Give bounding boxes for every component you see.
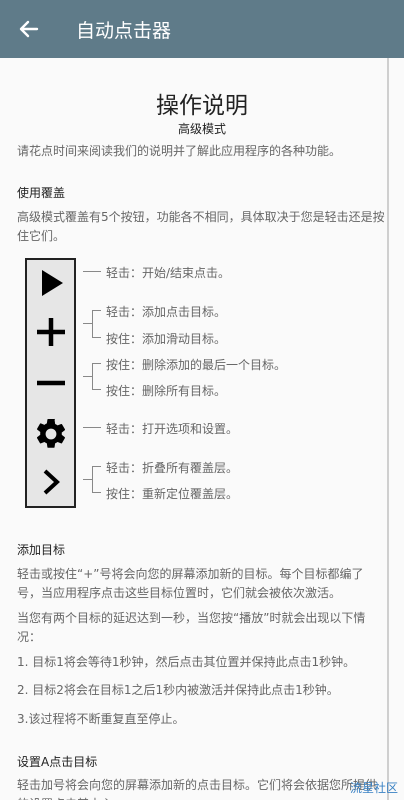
overlay-text: 高级模式覆盖有5个按钮，功能各不相同，具体取决于您是轻击还是按住它们。 bbox=[17, 210, 385, 243]
step-3: 3.该过程将不断重复直至停止。 bbox=[17, 712, 185, 726]
set-target-text: 轻击加号将会向您的屏幕添加新的点击目标。它们将会依据您所提供的设置点击其中心。 bbox=[17, 778, 378, 800]
connector-line bbox=[92, 466, 93, 492]
add-target-text: 轻击或按住“+”号将会向您的屏幕添加新的目标。每个目标都编了号，当应用程序点击这… bbox=[17, 567, 364, 600]
desc-minus-hold-all: 按住：删除所有目标。 bbox=[106, 384, 227, 398]
instructions-page[interactable]: 操作说明 高级模式 请花点时间来阅读我们的说明并了解此应用程序的各种功能。 使用… bbox=[0, 58, 404, 800]
connector-line bbox=[83, 479, 92, 480]
scrollbar[interactable] bbox=[387, 58, 389, 800]
connector-line bbox=[92, 492, 101, 493]
back-arrow-icon bbox=[19, 20, 39, 38]
step-2: 2. 目标2将会在目标1之后1秒内被激活并保持此点击1秒钟。 bbox=[17, 683, 339, 697]
chevron-right-icon bbox=[27, 462, 74, 502]
intro-text: 请花点时间来阅读我们的说明并了解此应用程序的各种功能。 bbox=[17, 144, 342, 158]
connector-line bbox=[92, 337, 101, 338]
play-icon bbox=[27, 263, 74, 303]
minus-icon bbox=[27, 363, 74, 403]
connector-line bbox=[92, 310, 93, 337]
add-target-heading: 添加目标 bbox=[17, 543, 66, 557]
page-title: 操作说明 bbox=[156, 93, 248, 119]
desc-minus-hold-last: 按住：删除添加的最后一个目标。 bbox=[106, 358, 287, 372]
desc-play-tap: 轻击：开始/结束点击。 bbox=[106, 266, 231, 280]
desc-chevron-tap: 轻击：折叠所有覆盖层。 bbox=[106, 461, 239, 475]
step-1: 1. 目标1将会等待1秒钟，然后点击其位置并保持此点击1秒钟。 bbox=[17, 655, 356, 669]
connector-line bbox=[83, 376, 92, 377]
plus-icon bbox=[27, 312, 74, 352]
connector-line bbox=[92, 363, 101, 364]
watermark-text: 流星社区 bbox=[349, 781, 398, 795]
back-button[interactable] bbox=[0, 0, 58, 58]
app-title: 自动点击器 bbox=[76, 19, 172, 42]
delay-text: 当您有两个目标的延迟达到一秒，当您按“播放”时就会出现以下情况： bbox=[17, 611, 366, 644]
desc-plus-hold: 按住：添加滑动目标。 bbox=[106, 332, 227, 346]
page-subtitle: 高级模式 bbox=[177, 122, 226, 136]
overlay-button-panel bbox=[25, 258, 76, 508]
gear-icon bbox=[27, 414, 74, 454]
connector-line bbox=[92, 389, 101, 390]
connector-line bbox=[92, 363, 93, 389]
desc-gear-tap: 轻击：打开选项和设置。 bbox=[106, 422, 239, 436]
connector-line bbox=[92, 310, 101, 311]
overlay-heading: 使用覆盖 bbox=[17, 186, 66, 200]
desc-chevron-hold: 按住：重新定位覆盖层。 bbox=[106, 487, 239, 501]
app-bar: 自动点击器 bbox=[0, 0, 404, 58]
set-target-heading: 设置A点击目标 bbox=[17, 755, 98, 769]
connector-line bbox=[83, 427, 101, 428]
connector-line bbox=[83, 323, 92, 324]
connector-line bbox=[92, 466, 101, 467]
desc-plus-tap: 轻击：添加点击目标。 bbox=[106, 305, 227, 319]
connector-line bbox=[83, 271, 101, 272]
